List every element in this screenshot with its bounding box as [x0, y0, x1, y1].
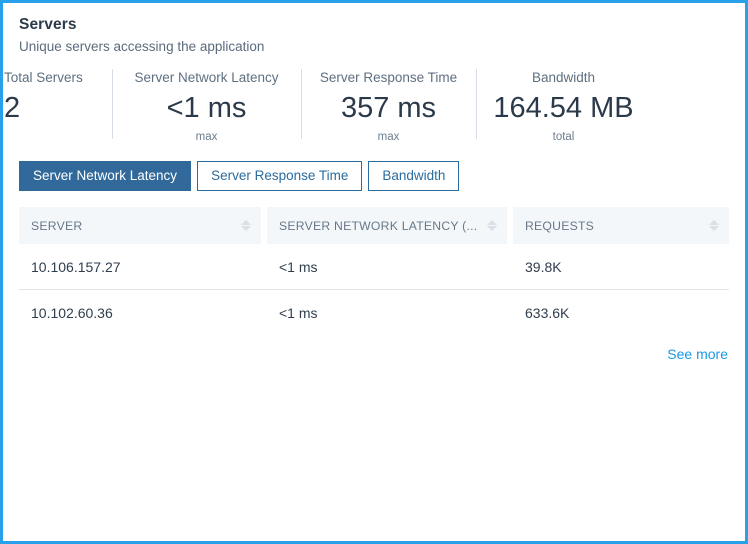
table-body: 10.106.157.27 <1 ms 39.8K 10.102.60.36 <…	[19, 244, 729, 335]
sort-arrows-icon[interactable]	[486, 218, 497, 234]
panel-header: Servers Unique servers accessing the app…	[3, 3, 745, 56]
cell-latency: <1 ms	[279, 304, 318, 321]
stat-label: Bandwidth	[531, 70, 596, 85]
column-header-server[interactable]: SERVER	[19, 207, 261, 244]
column-header-label: SERVER	[31, 218, 83, 233]
stat-value: <1 ms	[166, 92, 247, 124]
metric-tabs: Server Network Latency Server Response T…	[19, 161, 745, 191]
column-header-requests[interactable]: REQUESTS	[513, 207, 729, 244]
stat-bandwidth: Bandwidth 164.54 MB total	[476, 69, 651, 145]
cell-server: 10.102.60.36	[31, 304, 113, 321]
stat-label: Total Servers	[4, 70, 83, 85]
column-header-label: SERVER NETWORK LATENCY (...	[279, 218, 478, 233]
stat-sublabel: max	[377, 131, 400, 143]
see-more-link[interactable]: See more	[667, 346, 728, 362]
table-row[interactable]: 10.102.60.36 <1 ms 633.6K	[19, 290, 729, 335]
stat-value: 164.54 MB	[493, 92, 634, 124]
cell-server: 10.106.157.27	[31, 258, 121, 275]
cell-requests: 633.6K	[525, 304, 570, 321]
table-header-row: SERVER SERVER NETWORK LATENCY (... REQUE…	[19, 207, 729, 244]
see-more-container: See more	[3, 335, 745, 364]
tab-server-network-latency[interactable]: Server Network Latency	[19, 161, 192, 191]
servers-panel: Servers Unique servers accessing the app…	[0, 0, 748, 544]
stat-value: 2	[4, 92, 21, 124]
stat-value: 357 ms	[340, 92, 437, 124]
page-title: Servers	[19, 16, 77, 33]
cell-requests: 39.8K	[525, 258, 562, 275]
stat-label: Server Network Latency	[134, 70, 279, 85]
panel-subtitle: Unique servers accessing the application	[19, 39, 265, 54]
stat-total-servers: Total Servers 2	[4, 69, 112, 129]
tab-server-response-time[interactable]: Server Response Time	[197, 161, 363, 191]
stat-server-response-time: Server Response Time 357 ms max	[301, 69, 476, 145]
stat-server-network-latency: Server Network Latency <1 ms max	[112, 69, 301, 145]
column-header-label: REQUESTS	[525, 218, 595, 233]
stat-label: Server Response Time	[319, 70, 458, 85]
table-row[interactable]: 10.106.157.27 <1 ms 39.8K	[19, 244, 729, 290]
stat-sublabel: max	[195, 131, 218, 143]
summary-stats: Total Servers 2 Server Network Latency <…	[3, 69, 745, 145]
stat-sublabel: total	[552, 131, 575, 143]
servers-table: SERVER SERVER NETWORK LATENCY (... REQUE…	[19, 207, 729, 335]
tab-bandwidth[interactable]: Bandwidth	[368, 161, 460, 191]
cell-latency: <1 ms	[279, 258, 318, 275]
sort-arrows-icon[interactable]	[240, 218, 251, 234]
sort-arrows-icon[interactable]	[708, 218, 719, 234]
column-header-server-network-latency[interactable]: SERVER NETWORK LATENCY (...	[267, 207, 507, 244]
